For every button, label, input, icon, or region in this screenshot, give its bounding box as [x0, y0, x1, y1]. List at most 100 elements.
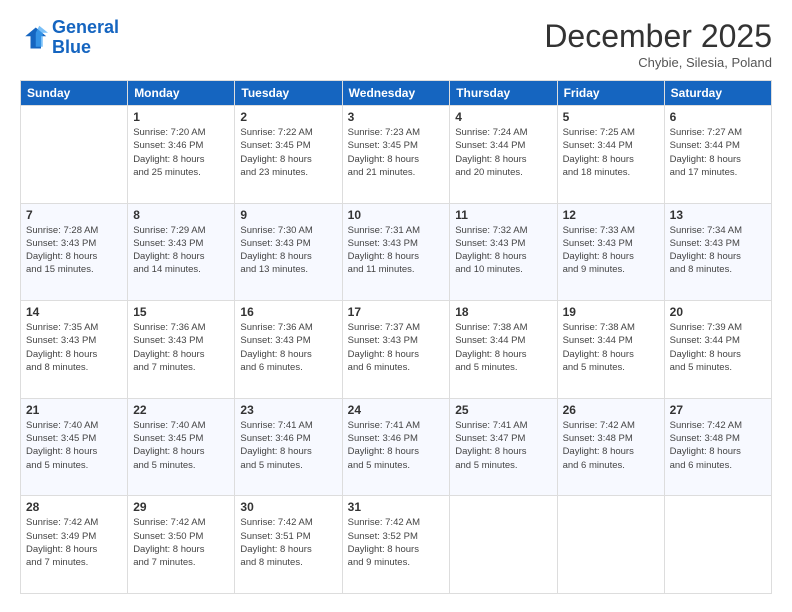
day-number: 31: [348, 500, 445, 514]
week-row-3: 14Sunrise: 7:35 AMSunset: 3:43 PMDayligh…: [21, 301, 772, 399]
day-info: Sunrise: 7:42 AMSunset: 3:51 PMDaylight:…: [240, 516, 336, 569]
calendar-cell: 29 Sunrise: 7:42 AMSunset: 3:50 PMDayligh…: [128, 496, 235, 594]
day-info: Sunrise: 7:24 AMSunset: 3:44 PMDaylight:…: [455, 126, 551, 179]
day-number: 20: [670, 305, 766, 319]
day-number: 18: [455, 305, 551, 319]
calendar-cell: 5 Sunrise: 7:25 AMSunset: 3:44 PMDaylight…: [557, 106, 664, 204]
calendar-cell: 19Sunrise: 7:38 AMSunset: 3:44 PMDayligh…: [557, 301, 664, 399]
calendar-cell: 15 Sunrise: 7:36 AMSunset: 3:43 PMDayligh…: [128, 301, 235, 399]
day-number: 21: [26, 403, 122, 417]
day-number: 30: [240, 500, 336, 514]
day-number: 7: [26, 208, 122, 222]
day-number: 6: [670, 110, 766, 124]
weekday-header-friday: Friday: [557, 81, 664, 106]
calendar-cell: 22 Sunrise: 7:40 AMSunset: 3:45 PMDayligh…: [128, 398, 235, 496]
day-info: Sunrise: 7:42 AMSunset: 3:52 PMDaylight:…: [348, 516, 445, 569]
day-info: Sunrise: 7:42 AMSunset: 3:48 PMDaylight:…: [563, 419, 659, 472]
day-info: Sunrise: 7:33 AMSunset: 3:43 PMDaylight:…: [563, 224, 659, 277]
weekday-header-row: SundayMondayTuesdayWednesdayThursdayFrid…: [21, 81, 772, 106]
day-number: 17: [348, 305, 445, 319]
weekday-header-tuesday: Tuesday: [235, 81, 342, 106]
logo-general: General: [52, 17, 119, 37]
day-number: 16: [240, 305, 336, 319]
day-info: Sunrise: 7:37 AMSunset: 3:43 PMDaylight:…: [348, 321, 445, 374]
month-title: December 2025: [544, 18, 772, 55]
day-number: 26: [563, 403, 659, 417]
day-info: Sunrise: 7:34 AMSunset: 3:43 PMDaylight:…: [670, 224, 766, 277]
calendar-cell: 3 Sunrise: 7:23 AMSunset: 3:45 PMDaylight…: [342, 106, 450, 204]
day-info: Sunrise: 7:39 AMSunset: 3:44 PMDaylight:…: [670, 321, 766, 374]
calendar-cell: [557, 496, 664, 594]
week-row-5: 28Sunrise: 7:42 AMSunset: 3:49 PMDayligh…: [21, 496, 772, 594]
day-info: Sunrise: 7:38 AMSunset: 3:44 PMDaylight:…: [563, 321, 659, 374]
day-info: Sunrise: 7:30 AMSunset: 3:43 PMDaylight:…: [240, 224, 336, 277]
calendar-cell: 26 Sunrise: 7:42 AMSunset: 3:48 PMDayligh…: [557, 398, 664, 496]
calendar-cell: 14Sunrise: 7:35 AMSunset: 3:43 PMDayligh…: [21, 301, 128, 399]
day-number: 27: [670, 403, 766, 417]
day-info: Sunrise: 7:41 AMSunset: 3:47 PMDaylight:…: [455, 419, 551, 472]
calendar-cell: [450, 496, 557, 594]
day-info: Sunrise: 7:27 AMSunset: 3:44 PMDaylight:…: [670, 126, 766, 179]
calendar-cell: [21, 106, 128, 204]
calendar-cell: 28Sunrise: 7:42 AMSunset: 3:49 PMDayligh…: [21, 496, 128, 594]
day-info: Sunrise: 7:25 AMSunset: 3:44 PMDaylight:…: [563, 126, 659, 179]
day-info: Sunrise: 7:41 AMSunset: 3:46 PMDaylight:…: [240, 419, 336, 472]
calendar-cell: 12Sunrise: 7:33 AMSunset: 3:43 PMDayligh…: [557, 203, 664, 301]
calendar-cell: 31 Sunrise: 7:42 AMSunset: 3:52 PMDayligh…: [342, 496, 450, 594]
day-info: Sunrise: 7:40 AMSunset: 3:45 PMDaylight:…: [26, 419, 122, 472]
day-info: Sunrise: 7:36 AMSunset: 3:43 PMDaylight:…: [133, 321, 229, 374]
calendar-cell: 23 Sunrise: 7:41 AMSunset: 3:46 PMDayligh…: [235, 398, 342, 496]
day-info: Sunrise: 7:23 AMSunset: 3:45 PMDaylight:…: [348, 126, 445, 179]
calendar-cell: 10Sunrise: 7:31 AMSunset: 3:43 PMDayligh…: [342, 203, 450, 301]
calendar-table: SundayMondayTuesdayWednesdayThursdayFrid…: [20, 80, 772, 594]
calendar-cell: 4 Sunrise: 7:24 AMSunset: 3:44 PMDaylight…: [450, 106, 557, 204]
day-number: 14: [26, 305, 122, 319]
day-number: 8: [133, 208, 229, 222]
calendar-cell: 9 Sunrise: 7:30 AMSunset: 3:43 PMDaylight…: [235, 203, 342, 301]
day-number: 9: [240, 208, 336, 222]
calendar-cell: 18Sunrise: 7:38 AMSunset: 3:44 PMDayligh…: [450, 301, 557, 399]
day-number: 28: [26, 500, 122, 514]
calendar-cell: 8 Sunrise: 7:29 AMSunset: 3:43 PMDaylight…: [128, 203, 235, 301]
calendar-cell: 16 Sunrise: 7:36 AMSunset: 3:43 PMDayligh…: [235, 301, 342, 399]
calendar-cell: 2Sunrise: 7:22 AMSunset: 3:45 PMDaylight…: [235, 106, 342, 204]
day-info: Sunrise: 7:36 AMSunset: 3:43 PMDaylight:…: [240, 321, 336, 374]
header: General Blue December 2025 Chybie, Siles…: [20, 18, 772, 70]
day-info: Sunrise: 7:31 AMSunset: 3:43 PMDaylight:…: [348, 224, 445, 277]
day-number: 3: [348, 110, 445, 124]
calendar-cell: 24Sunrise: 7:41 AMSunset: 3:46 PMDayligh…: [342, 398, 450, 496]
calendar-cell: 27Sunrise: 7:42 AMSunset: 3:48 PMDayligh…: [664, 398, 771, 496]
week-row-2: 7 Sunrise: 7:28 AMSunset: 3:43 PMDaylight…: [21, 203, 772, 301]
weekday-header-wednesday: Wednesday: [342, 81, 450, 106]
calendar-cell: 21 Sunrise: 7:40 AMSunset: 3:45 PMDayligh…: [21, 398, 128, 496]
calendar-cell: 25 Sunrise: 7:41 AMSunset: 3:47 PMDayligh…: [450, 398, 557, 496]
day-number: 22: [133, 403, 229, 417]
week-row-4: 21 Sunrise: 7:40 AMSunset: 3:45 PMDayligh…: [21, 398, 772, 496]
calendar-cell: 7 Sunrise: 7:28 AMSunset: 3:43 PMDaylight…: [21, 203, 128, 301]
calendar-cell: 17 Sunrise: 7:37 AMSunset: 3:43 PMDayligh…: [342, 301, 450, 399]
day-info: Sunrise: 7:28 AMSunset: 3:43 PMDaylight:…: [26, 224, 122, 277]
day-info: Sunrise: 7:32 AMSunset: 3:43 PMDaylight:…: [455, 224, 551, 277]
week-row-1: 1Sunrise: 7:20 AMSunset: 3:46 PMDaylight…: [21, 106, 772, 204]
day-info: Sunrise: 7:41 AMSunset: 3:46 PMDaylight:…: [348, 419, 445, 472]
day-number: 25: [455, 403, 551, 417]
day-number: 29: [133, 500, 229, 514]
day-number: 15: [133, 305, 229, 319]
calendar-cell: 20 Sunrise: 7:39 AMSunset: 3:44 PMDayligh…: [664, 301, 771, 399]
day-number: 5: [563, 110, 659, 124]
logo: General Blue: [20, 18, 119, 58]
day-number: 4: [455, 110, 551, 124]
day-info: Sunrise: 7:42 AMSunset: 3:50 PMDaylight:…: [133, 516, 229, 569]
page: General Blue December 2025 Chybie, Siles…: [0, 0, 792, 612]
day-info: Sunrise: 7:40 AMSunset: 3:45 PMDaylight:…: [133, 419, 229, 472]
day-info: Sunrise: 7:29 AMSunset: 3:43 PMDaylight:…: [133, 224, 229, 277]
day-number: 11: [455, 208, 551, 222]
day-number: 23: [240, 403, 336, 417]
calendar-cell: 11 Sunrise: 7:32 AMSunset: 3:43 PMDayligh…: [450, 203, 557, 301]
weekday-header-thursday: Thursday: [450, 81, 557, 106]
calendar-cell: 6 Sunrise: 7:27 AMSunset: 3:44 PMDaylight…: [664, 106, 771, 204]
day-number: 13: [670, 208, 766, 222]
calendar-cell: 1Sunrise: 7:20 AMSunset: 3:46 PMDaylight…: [128, 106, 235, 204]
weekday-header-saturday: Saturday: [664, 81, 771, 106]
logo-icon: [20, 24, 48, 52]
